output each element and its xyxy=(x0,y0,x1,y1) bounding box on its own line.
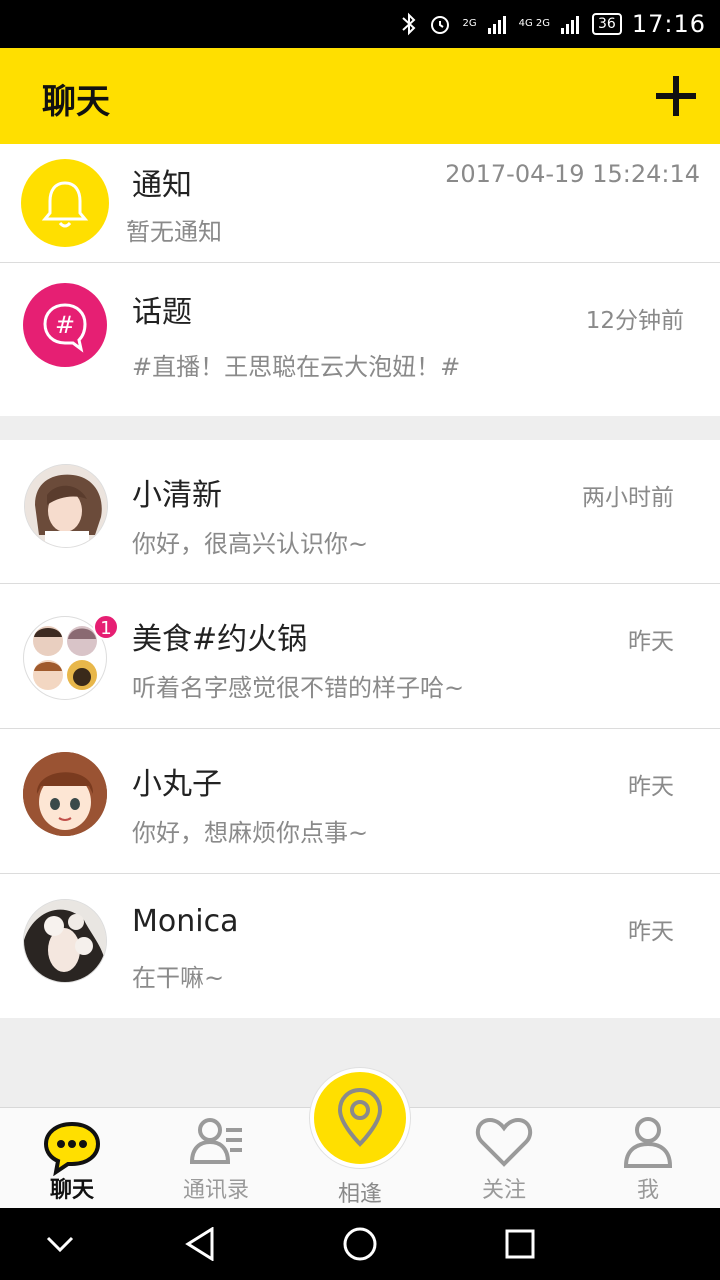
chat-bubble-icon xyxy=(43,1121,101,1176)
notification-title: 通知 xyxy=(132,168,192,203)
list-item[interactable]: 1 美食#约火锅 听着名字感觉很不错的样子哈~ 昨天 xyxy=(0,584,720,728)
recents-icon[interactable] xyxy=(504,1228,536,1260)
system-section: 通知 暂无通知 2017-04-19 15:24:14 # 话题 #直播！王思聪… xyxy=(0,144,720,416)
signal-icon xyxy=(487,16,506,34)
chat-list: 小清新 你好，很高兴认识你~ 两小时前 1 美食#约火锅 听着名字感觉很不错的样… xyxy=(0,440,720,1018)
bell-icon xyxy=(41,181,89,228)
page-title: 聊天 xyxy=(42,82,110,122)
contacts-icon xyxy=(189,1118,242,1164)
unread-badge: 1 xyxy=(93,614,119,640)
topic-row[interactable]: # 话题 #直播！王思聪在云大泡妞！# 12分钟前 xyxy=(0,263,720,416)
network-label-1: 2G xyxy=(462,18,477,29)
add-icon[interactable] xyxy=(654,74,698,118)
avatar xyxy=(23,752,107,836)
topic-title: 话题 xyxy=(132,295,192,330)
heart-icon xyxy=(475,1117,533,1167)
system-nav-bar xyxy=(0,1208,720,1280)
tab-meet-label: 相逢 xyxy=(337,1182,382,1207)
location-pin-icon xyxy=(337,1087,383,1147)
avatar xyxy=(23,899,107,983)
list-item[interactable]: Monica 在干嘛~ 昨天 xyxy=(0,874,720,1018)
chevron-down-icon[interactable] xyxy=(44,1228,76,1260)
notification-time: 2017-04-19 15:24:14 xyxy=(445,160,700,188)
topic-time: 12分钟前 xyxy=(585,308,684,334)
contact-name: 小丸子 xyxy=(132,767,222,802)
contact-name: 小清新 xyxy=(132,478,222,513)
app-header: 聊天 xyxy=(0,48,720,144)
meet-button[interactable] xyxy=(310,1068,410,1168)
hashtag-bubble-icon: # xyxy=(43,303,87,353)
tab-contacts[interactable]: 通讯录 xyxy=(144,1108,288,1208)
notification-avatar xyxy=(21,159,109,247)
last-message: 你好，很高兴认识你~ xyxy=(132,530,369,558)
home-icon[interactable] xyxy=(342,1226,378,1262)
list-item[interactable]: 小丸子 你好，想麻烦你点事~ 昨天 xyxy=(0,729,720,873)
clock: 17:16 xyxy=(631,10,706,38)
message-time: 昨天 xyxy=(628,774,674,800)
tab-me[interactable]: 我 xyxy=(576,1108,720,1208)
back-icon[interactable] xyxy=(184,1227,216,1261)
tab-chat-label: 聊天 xyxy=(49,1178,94,1203)
tab-me-label: 我 xyxy=(636,1178,659,1203)
list-item[interactable]: 小清新 你好，很高兴认识你~ 两小时前 xyxy=(0,440,720,583)
message-time: 两小时前 xyxy=(582,485,674,511)
alarm-icon xyxy=(431,16,450,34)
contact-name: 美食#约火锅 xyxy=(132,622,308,657)
contact-name: Monica xyxy=(132,904,239,939)
message-time: 昨天 xyxy=(628,629,674,655)
topic-avatar: # xyxy=(23,283,107,367)
tab-contacts-label: 通讯录 xyxy=(182,1178,249,1203)
signal-icon-2 xyxy=(561,16,579,34)
bluetooth-icon xyxy=(402,12,416,36)
user-icon xyxy=(623,1117,673,1168)
notification-message: 暂无通知 xyxy=(126,218,222,246)
network-label-2: 4G 2G xyxy=(518,18,550,29)
topic-message: #直播！王思聪在云大泡妞！# xyxy=(132,353,461,381)
avatar xyxy=(24,464,108,548)
tab-follow-label: 关注 xyxy=(481,1178,526,1203)
last-message: 你好，想麻烦你点事~ xyxy=(132,819,369,847)
tab-follow[interactable]: 关注 xyxy=(432,1108,576,1208)
message-time: 昨天 xyxy=(628,919,674,945)
tab-chat[interactable]: 聊天 xyxy=(0,1108,144,1208)
svg-text:#: # xyxy=(55,311,75,339)
last-message: 在干嘛~ xyxy=(132,964,225,992)
last-message: 听着名字感觉很不错的样子哈~ xyxy=(132,674,465,702)
status-bar: 2G 4G 2G 36 17:16 xyxy=(0,0,720,48)
notification-row[interactable]: 通知 暂无通知 2017-04-19 15:24:14 xyxy=(0,144,720,262)
battery-icon: 36 xyxy=(592,13,622,35)
